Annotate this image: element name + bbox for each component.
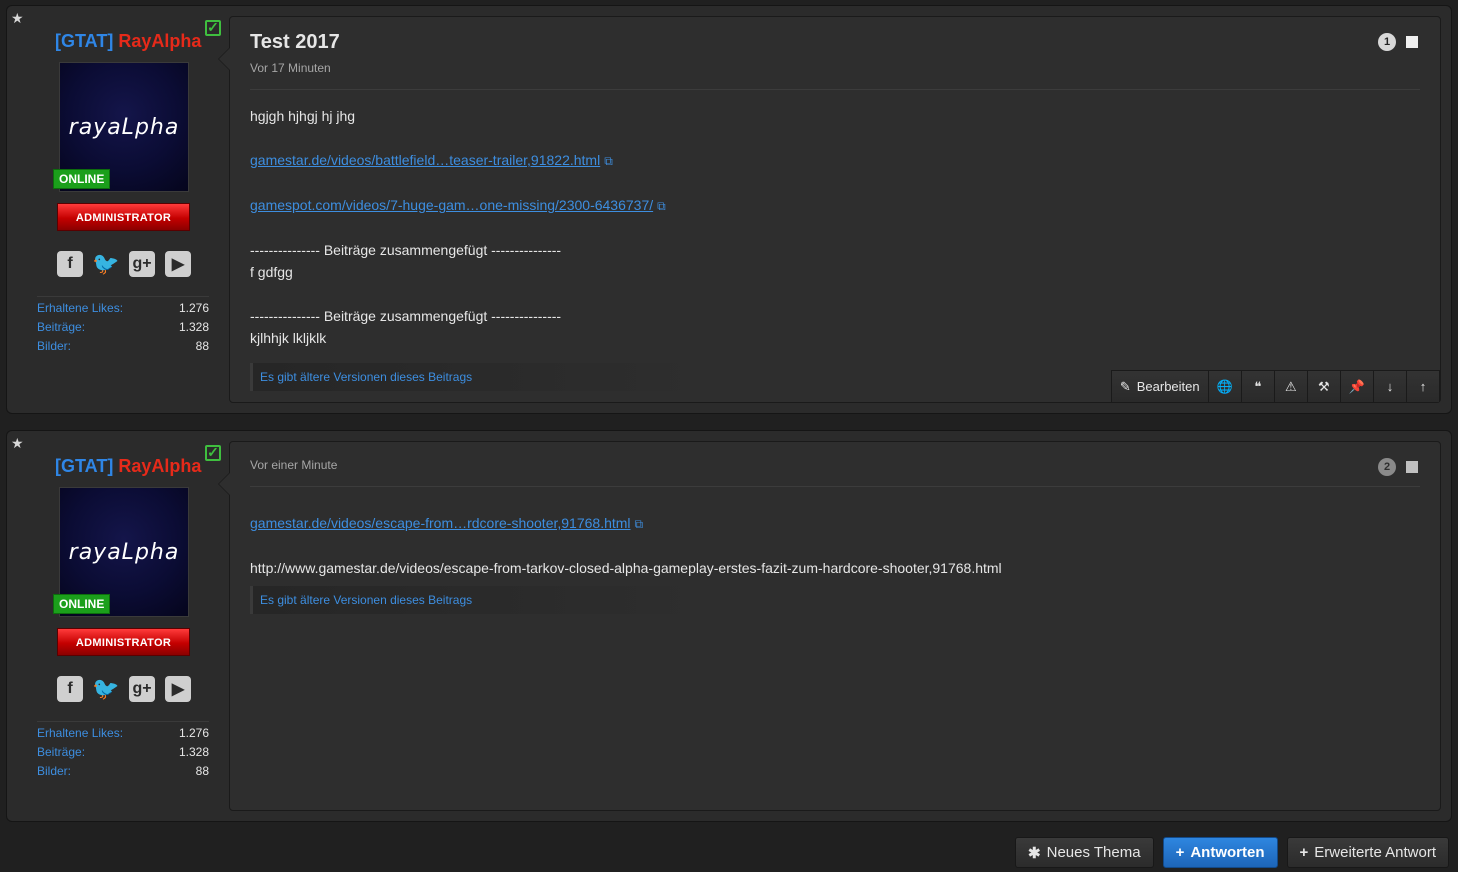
- message-link[interactable]: gamespot.com/videos/7-huge-gam…one-missi…: [250, 197, 653, 213]
- star-icon[interactable]: ★: [11, 10, 24, 27]
- post-number[interactable]: 1: [1378, 33, 1396, 51]
- rank-badge: ADMINISTRATOR: [57, 203, 190, 231]
- post-number[interactable]: 2: [1378, 458, 1396, 476]
- twitter-icon[interactable]: 🐦: [92, 676, 119, 702]
- check-icon: ✓: [205, 445, 221, 461]
- arrow-up-icon: ↑: [1419, 379, 1427, 394]
- pin-button[interactable]: 📌: [1340, 371, 1374, 402]
- older-versions-link[interactable]: Es gibt ältere Versionen dieses Beitrags: [250, 586, 710, 614]
- facebook-icon[interactable]: f: [57, 251, 83, 277]
- post-body: hgjgh hjhgj hj jhg gamestar.de/videos/ba…: [250, 105, 1420, 371]
- check-icon: ✓: [205, 20, 221, 36]
- facebook-icon[interactable]: f: [57, 676, 83, 702]
- warning-icon: ⚠: [1284, 378, 1297, 394]
- edit-button[interactable]: ✎ Bearbeiten: [1111, 371, 1209, 402]
- youtube-icon[interactable]: ▶: [165, 251, 191, 277]
- post-content: Vor einer Minute 2 gamestar.de/videos/es…: [218, 441, 1441, 811]
- username[interactable]: [GTAT] RayAlpha: [55, 31, 201, 52]
- username[interactable]: [GTAT] RayAlpha: [55, 456, 201, 477]
- post-2: ★ ✓ [GTAT] RayAlpha rayaLpha ONLINE ADMI…: [6, 430, 1452, 822]
- stat-row: Bilder: 88: [37, 764, 209, 778]
- plus-icon: +: [1175, 844, 1185, 861]
- stat-row: Beiträge: 1.328: [37, 745, 209, 759]
- stat-row: Erhaltene Likes: 1.276: [37, 726, 209, 740]
- post-content: Test 2017 Vor 17 Minuten 1 hgjgh hjhgj h…: [218, 16, 1441, 403]
- user-stats: Erhaltene Likes: 1.276 Beiträge: 1.328 B…: [37, 721, 209, 781]
- thread-actions: ✱ Neues Thema + Antworten + Erweiterte A…: [1015, 837, 1449, 868]
- post-1: ★ ✓ [GTAT] RayAlpha rayaLpha ONLINE ADMI…: [6, 5, 1452, 414]
- online-badge: ONLINE: [53, 169, 111, 189]
- message-link[interactable]: gamestar.de/videos/battlefield…teaser-tr…: [250, 152, 600, 168]
- post-title: Test 2017: [250, 31, 340, 53]
- merged-separator: --------------- Beiträge zusammengefügt …: [250, 308, 562, 324]
- quote-icon: ❝: [1254, 378, 1262, 394]
- divider: [250, 89, 1420, 90]
- external-link-icon: ⧉: [634, 517, 644, 531]
- external-link-icon: ⧉: [657, 199, 666, 213]
- message-text: kjlhhjk lkljklk: [250, 330, 327, 346]
- globe-button[interactable]: 🌐: [1208, 371, 1242, 402]
- google-plus-icon[interactable]: g+: [129, 251, 155, 277]
- scroll-down-button[interactable]: ↓: [1374, 371, 1407, 402]
- pin-icon: 📌: [1348, 378, 1365, 394]
- stat-row: Bilder: 88: [37, 339, 209, 353]
- external-link-icon: ⧉: [604, 154, 613, 168]
- globe-icon: 🌐: [1216, 378, 1233, 394]
- post-time[interactable]: Vor 17 Minuten: [250, 61, 331, 75]
- message-text: f gdfgg: [250, 264, 293, 280]
- quote-button[interactable]: ❝: [1241, 371, 1275, 402]
- hammer-icon: ⚒: [1317, 378, 1330, 394]
- divider: [250, 486, 1420, 487]
- star-icon[interactable]: ★: [11, 435, 24, 452]
- extended-reply-button[interactable]: + Erweiterte Antwort: [1286, 837, 1449, 868]
- scroll-up-button[interactable]: ↑: [1407, 371, 1440, 402]
- post-toolbar: ✎ Bearbeiten 🌐 ❝ ⚠ ⚒ 📌 ↓ ↑: [1110, 370, 1440, 402]
- message-text: hgjgh hjhgj hj jhg: [250, 108, 356, 124]
- merged-separator: --------------- Beiträge zusammengefügt …: [250, 242, 562, 258]
- rank-badge: ADMINISTRATOR: [57, 628, 190, 656]
- user-stats: Erhaltene Likes: 1.276 Beiträge: 1.328 B…: [37, 296, 209, 356]
- youtube-icon[interactable]: ▶: [165, 676, 191, 702]
- plus-icon: +: [1299, 844, 1309, 861]
- new-thread-button[interactable]: ✱ Neues Thema: [1015, 837, 1154, 868]
- asterisk-icon: ✱: [1028, 844, 1041, 862]
- message-link[interactable]: gamestar.de/videos/escape-from…rdcore-sh…: [250, 515, 631, 531]
- message-text: http://www.gamestar.de/videos/escape-fro…: [250, 560, 1002, 576]
- google-plus-icon[interactable]: g+: [129, 676, 155, 702]
- older-versions-link[interactable]: Es gibt ältere Versionen dieses Beitrags: [250, 363, 710, 391]
- select-checkbox[interactable]: [1406, 461, 1418, 473]
- select-checkbox[interactable]: [1406, 36, 1418, 48]
- twitter-icon[interactable]: 🐦: [92, 251, 119, 277]
- pencil-icon: ✎: [1119, 378, 1131, 394]
- online-badge: ONLINE: [53, 594, 111, 614]
- social-links: f 🐦 g+ ▶: [57, 676, 191, 702]
- post-time[interactable]: Vor einer Minute: [250, 458, 337, 472]
- social-links: f 🐦 g+ ▶: [57, 251, 191, 277]
- moderate-button[interactable]: ⚒: [1307, 371, 1341, 402]
- reply-button[interactable]: + Antworten: [1162, 837, 1278, 868]
- stat-row: Erhaltene Likes: 1.276: [37, 301, 209, 315]
- arrow-down-icon: ↓: [1386, 379, 1394, 394]
- stat-row: Beiträge: 1.328: [37, 320, 209, 334]
- report-button[interactable]: ⚠: [1274, 371, 1308, 402]
